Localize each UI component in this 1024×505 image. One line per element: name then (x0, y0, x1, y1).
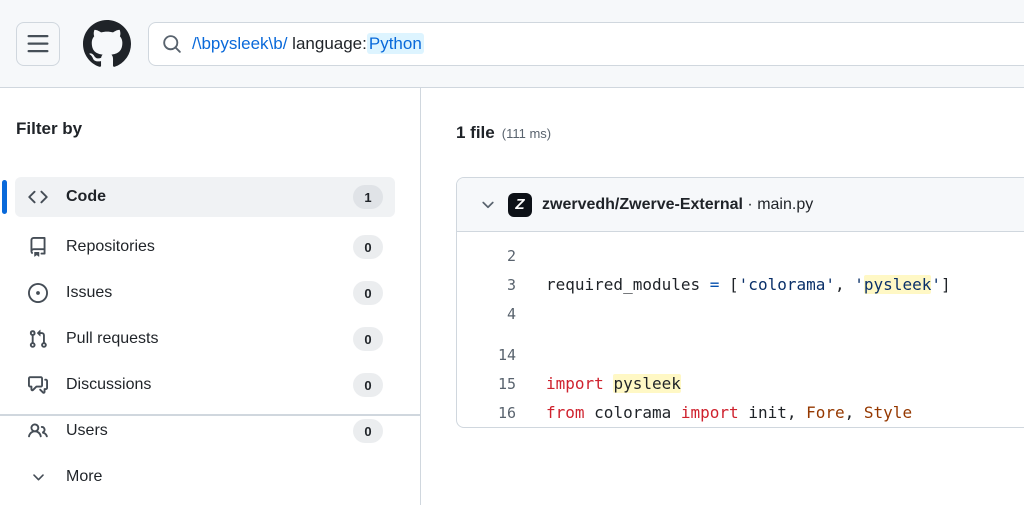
sidebar-item-label: Pull requests (66, 330, 159, 348)
global-header: /\bpysleek\b/ language:Python (0, 0, 1024, 88)
count-badge: 1 (353, 185, 383, 209)
line-content: from colorama import init, Fore, Style (516, 403, 912, 422)
hamburger-menu-button[interactable] (16, 22, 60, 66)
file-title: zwervedh/Zwerve-External · main.py (542, 196, 813, 214)
code-line-16[interactable]: 16from colorama import init, Fore, Style (457, 398, 1024, 427)
repo-avatar[interactable]: Z (508, 193, 532, 217)
title-separator: · (743, 196, 757, 213)
filter-sidebar: Filter by Code1Repositories0Issues0Pull … (0, 88, 421, 505)
sidebar-item-label: Issues (66, 284, 112, 302)
filter-by-heading: Filter by (16, 119, 82, 139)
repo-link[interactable]: zwervedh/Zwerve-External (542, 196, 743, 213)
code-icon (28, 187, 48, 207)
discussion-icon (28, 375, 48, 395)
code-group: 1415import pysleek16from colorama import… (457, 340, 1024, 427)
count-badge: 0 (353, 235, 383, 259)
github-code-search-page: /\bpysleek\b/ language:Python Filter by … (0, 0, 1024, 505)
code-result-card: Z zwervedh/Zwerve-External · main.py 2 3r… (456, 177, 1024, 428)
file-link[interactable]: main.py (757, 196, 813, 213)
count-badge: 0 (353, 327, 383, 351)
search-query: /\bpysleek\b/ language:Python (192, 34, 424, 54)
sidebar-item-label: Repositories (66, 238, 155, 256)
count-badge: 0 (353, 281, 383, 305)
sidebar-item-users[interactable]: Users 0 (15, 411, 395, 451)
search-icon (162, 34, 182, 54)
sidebar-bottom-divider (0, 414, 421, 416)
sidebar-item-label: Code (66, 188, 106, 206)
users-icon (28, 421, 48, 441)
sidebar-item-code[interactable]: Code 1 (15, 177, 395, 217)
results-summary: 1 file (111 ms) (456, 123, 551, 143)
code-group: 2 3required_modules = ['colorama', 'pysle… (457, 241, 1024, 328)
line-number: 3 (457, 276, 516, 294)
three-bars-icon (26, 32, 50, 56)
query-language-value: Python (367, 33, 424, 54)
count-badge: 0 (353, 373, 383, 397)
sidebar-item-repositories[interactable]: Repositories 0 (15, 227, 395, 267)
sidebar-item-label: Discussions (66, 376, 151, 394)
result-count: 1 file (456, 123, 495, 143)
issue-opened-icon (28, 283, 48, 303)
code-result-header[interactable]: Z zwervedh/Zwerve-External · main.py (457, 178, 1024, 232)
code-line-4[interactable]: 4 (457, 299, 1024, 328)
line-number: 2 (457, 247, 516, 265)
line-number: 4 (457, 305, 516, 323)
collapse-file-button[interactable] (479, 196, 497, 214)
sidebar-item-more[interactable]: More (15, 457, 395, 497)
chevron-down-icon (479, 196, 497, 214)
code-line-14[interactable]: 14 (457, 340, 1024, 369)
filter-list: Code1Repositories0Issues0Pull requests0D… (0, 177, 421, 503)
sidebar-item-issues[interactable]: Issues 0 (15, 273, 395, 313)
code-snippet: 2 3required_modules = ['colorama', 'pysle… (457, 232, 1024, 428)
code-line-3[interactable]: 3required_modules = ['colorama', 'pyslee… (457, 270, 1024, 299)
count-badge: 0 (353, 419, 383, 443)
sidebar-item-discussions[interactable]: Discussions 0 (15, 365, 395, 405)
github-logo[interactable] (83, 20, 131, 68)
sidebar-item-label: More (66, 468, 102, 486)
repo-icon (28, 237, 48, 257)
search-input[interactable]: /\bpysleek\b/ language:Python (148, 22, 1024, 66)
active-indicator (2, 180, 7, 214)
line-number: 16 (457, 404, 516, 422)
line-content: import pysleek (516, 374, 681, 393)
result-timing: (111 ms) (502, 126, 551, 141)
line-number: 15 (457, 375, 516, 393)
sidebar-item-label: Users (66, 422, 108, 440)
line-number: 14 (457, 346, 516, 364)
sidebar-item-pull-requests[interactable]: Pull requests 0 (15, 319, 395, 359)
pull-request-icon (28, 329, 48, 349)
chevron-down-icon (28, 467, 48, 487)
query-regex-text: /\bpysleek\b/ (192, 34, 287, 53)
code-line-15[interactable]: 15import pysleek (457, 369, 1024, 398)
code-line-2[interactable]: 2 (457, 241, 1024, 270)
query-qualifier-text: language: (287, 34, 366, 53)
line-content: required_modules = ['colorama', 'pysleek… (516, 275, 951, 294)
